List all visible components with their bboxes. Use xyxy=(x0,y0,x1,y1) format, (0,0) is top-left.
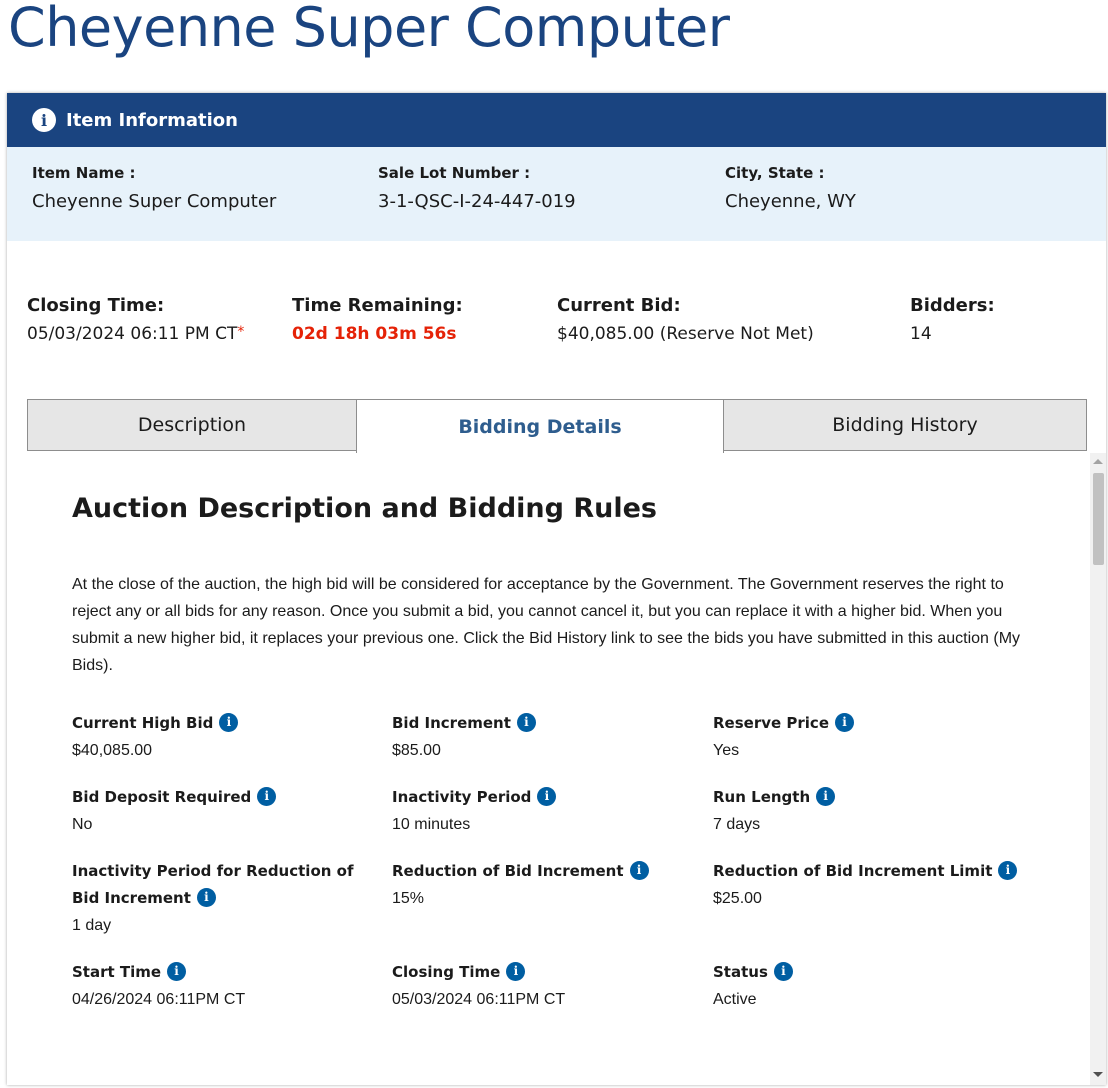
info-icon[interactable]: i xyxy=(196,888,216,907)
field-label: Start Time xyxy=(72,963,162,981)
field-value: Yes xyxy=(713,742,740,759)
field-reduction-limit: Reduction of Bid Increment Limit i $25.00 xyxy=(713,858,1033,912)
info-icon: i xyxy=(32,108,56,132)
current-bid-value: $40,085.00 (Reserve Not Met) xyxy=(557,324,814,344)
item-name-field: Item Name : Cheyenne Super Computer xyxy=(32,164,276,212)
auction-stats: Closing Time: 05/03/2024 06:11 PM CT* Ti… xyxy=(27,295,1087,355)
field-bid-increment: Bid Increment i $85.00 xyxy=(392,710,692,764)
field-value: 1 day xyxy=(72,917,112,934)
time-remaining-value: 02d 18h 03m 56s xyxy=(292,324,457,344)
field-reduction-of-bid-increment: Reduction of Bid Increment i 15% xyxy=(392,858,692,912)
scroll-up-arrow-icon[interactable] xyxy=(1093,459,1103,464)
sale-lot-field: Sale Lot Number : 3-1-QSC-I-24-447-019 xyxy=(378,164,576,212)
field-value: 05/03/2024 06:11PM CT xyxy=(392,991,566,1008)
field-current-high-bid: Current High Bid i $40,085.00 xyxy=(72,710,372,764)
item-summary-band: Item Name : Cheyenne Super Computer Sale… xyxy=(7,147,1106,241)
field-closing-time: Closing Time i 05/03/2024 06:11PM CT xyxy=(392,959,692,1013)
field-value: $85.00 xyxy=(392,742,441,759)
field-value: 15% xyxy=(392,890,425,907)
bidders-stat: Bidders: 14 xyxy=(910,295,995,344)
field-label: Bid Deposit Required xyxy=(72,788,252,806)
current-bid-stat: Current Bid: $40,085.00 (Reserve Not Met… xyxy=(557,295,814,344)
field-reserve-price: Reserve Price i Yes xyxy=(713,710,1013,764)
closing-time-asterisk: * xyxy=(237,324,245,340)
field-label: Status xyxy=(713,963,768,981)
scroll-down-arrow-icon[interactable] xyxy=(1093,1072,1103,1077)
bidders-label: Bidders: xyxy=(910,295,995,316)
time-remaining-stat: Time Remaining: 02d 18h 03m 56s xyxy=(292,295,463,344)
field-value: 10 minutes xyxy=(392,816,471,833)
field-inactivity-reduction-period: Inactivity Period for Reduction of Bid I… xyxy=(72,858,382,939)
field-bid-deposit-required: Bid Deposit Required i No xyxy=(72,784,372,838)
auction-description: At the close of the auction, the high bi… xyxy=(72,576,1021,674)
field-value: $25.00 xyxy=(713,890,762,907)
field-status: Status i Active xyxy=(713,959,1013,1013)
current-bid-label: Current Bid: xyxy=(557,295,681,316)
city-state-label: City, State : xyxy=(725,164,825,182)
page-title: Cheyenne Super Computer xyxy=(8,0,730,59)
field-label: Reduction of Bid Increment xyxy=(392,862,624,880)
field-label: Run Length xyxy=(713,788,811,806)
item-name-value: Cheyenne Super Computer xyxy=(32,191,277,212)
info-icon[interactable]: i xyxy=(629,861,649,880)
card-header-title: Item Information xyxy=(66,109,238,131)
field-label: Inactivity Period xyxy=(392,788,532,806)
info-icon[interactable]: i xyxy=(257,787,277,806)
sale-lot-label: Sale Lot Number : xyxy=(378,164,531,182)
city-state-field: City, State : Cheyenne, WY xyxy=(725,164,856,212)
field-label: Current High Bid xyxy=(72,714,214,732)
field-value: No xyxy=(72,816,93,833)
field-label: Closing Time xyxy=(392,963,501,981)
field-label: Reserve Price xyxy=(713,714,829,732)
item-name-label: Item Name : xyxy=(32,164,136,182)
info-icon[interactable]: i xyxy=(773,962,793,981)
sale-lot-value: 3-1-QSC-I-24-447-019 xyxy=(378,191,576,212)
field-label: Bid Increment xyxy=(392,714,511,732)
field-value: Active xyxy=(713,991,757,1008)
field-value: 7 days xyxy=(713,816,761,833)
info-icon[interactable]: i xyxy=(998,861,1018,880)
bidders-value: 14 xyxy=(910,324,932,344)
info-icon[interactable]: i xyxy=(219,713,239,732)
item-information-card: i Item Information Item Name : Cheyenne … xyxy=(7,93,1106,1085)
field-label: Reduction of Bid Increment Limit xyxy=(713,862,993,880)
closing-time-stat: Closing Time: 05/03/2024 06:11 PM CT* xyxy=(27,295,244,344)
info-icon[interactable]: i xyxy=(516,713,536,732)
scrollbar-thumb[interactable] xyxy=(1093,473,1104,565)
info-icon[interactable]: i xyxy=(816,787,836,806)
info-icon[interactable]: i xyxy=(506,962,526,981)
panel-scrollbar[interactable] xyxy=(1090,453,1106,1085)
info-icon[interactable]: i xyxy=(167,962,187,981)
city-state-value: Cheyenne, WY xyxy=(725,191,856,212)
tab-bidding-history[interactable]: Bidding History xyxy=(723,399,1087,451)
section-title: Auction Description and Bidding Rules xyxy=(72,493,657,524)
field-value: $40,085.00 xyxy=(72,742,153,759)
card-header: i Item Information xyxy=(7,93,1106,147)
field-run-length: Run Length i 7 days xyxy=(713,784,1013,838)
detail-tabs: Description Bidding Details Bidding Hist… xyxy=(27,399,1087,453)
closing-time-label: Closing Time: xyxy=(27,295,165,316)
time-remaining-label: Time Remaining: xyxy=(292,295,463,316)
tab-bidding-details[interactable]: Bidding Details xyxy=(356,399,724,453)
info-icon[interactable]: i xyxy=(835,713,854,732)
tab-description[interactable]: Description xyxy=(27,399,357,451)
field-inactivity-period: Inactivity Period i 10 minutes xyxy=(392,784,692,838)
info-icon[interactable]: i xyxy=(537,787,557,806)
field-value: 04/26/2024 06:11PM CT xyxy=(72,991,246,1008)
closing-time-value: 05/03/2024 06:11 PM CT* xyxy=(27,324,244,344)
bidding-details-panel: Auction Description and Bidding Rules At… xyxy=(7,453,1106,1085)
field-start-time: Start Time i 04/26/2024 06:11PM CT xyxy=(72,959,372,1013)
closing-time-text: 05/03/2024 06:11 PM CT xyxy=(27,324,238,344)
